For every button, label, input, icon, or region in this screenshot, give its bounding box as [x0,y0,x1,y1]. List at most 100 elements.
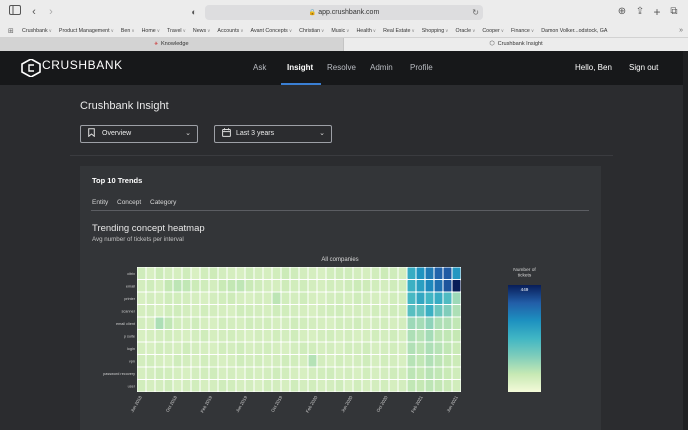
row-label: scanner [121,309,135,313]
bookmark-label: Shopping [421,28,445,34]
chevron-down-icon: ∨ [156,28,161,33]
bookmark-item[interactable]: Shopping∨ [422,28,449,34]
heatmap-cell [200,317,209,329]
heatmap-cell [380,355,389,367]
heatmap-cell [182,317,191,329]
heatmap-cell [146,342,155,354]
heatmap-cell [263,305,272,317]
bookmark-item[interactable]: Finance∨ [511,28,534,34]
view-select[interactable]: Overview ⌄ [80,125,198,143]
heatmap-cell [173,380,182,392]
heatmap-cell [227,292,236,304]
heatmap-cell [398,280,407,292]
bookmark-item[interactable]: Real Estate∨ [383,28,415,34]
heatmap-cell [191,330,200,342]
browser-toolbar: ‹ › ◐ 🔒 app.crushbank.com ↻ ⊕ ⇪ + ⧉ [0,0,688,25]
heatmap-cell [137,317,146,329]
bookmark-label: Home [141,28,156,34]
bookmark-item[interactable]: Accounts∨ [217,28,243,34]
heatmap-cell [344,330,353,342]
chevron-right-icon[interactable]: › [44,5,58,19]
bookmark-item[interactable]: Health∨ [356,28,376,34]
share-icon[interactable]: ⇪ [633,5,647,19]
heatmap-cell [227,330,236,342]
heatmap-cell [173,305,182,317]
nav-insight[interactable]: Insight [287,63,313,72]
bookmark-label: Avant Concepts [250,28,288,34]
heatmap-cell [308,380,317,392]
download-icon[interactable]: ⊕ [615,5,629,19]
heatmap-cell [173,280,182,292]
heatmap-cell [443,355,452,367]
address-bar[interactable]: 🔒 app.crushbank.com ↻ [205,5,483,20]
heatmap-cell [371,280,380,292]
heatmap-cell [452,330,461,342]
heatmap-cell [263,317,272,329]
heatmap-cell [191,355,200,367]
heatmap-cell [380,330,389,342]
tabs-icon[interactable]: ⧉ [667,5,681,19]
heatmap-cell [182,330,191,342]
bookmark-item[interactable]: Home∨ [142,28,160,34]
shield-icon[interactable]: ◐ [187,5,201,19]
bookmark-item[interactable]: Damon Volker...odstock, GA [541,28,607,34]
heatmap-cell [335,380,344,392]
chevron-double-right-icon[interactable]: » [679,27,683,34]
crushbank-favicon-icon: ⬡ [489,41,495,47]
bookmark-item[interactable]: Avant Concepts∨ [251,28,293,34]
heatmap-cell [263,342,272,354]
heatmap-cell [326,317,335,329]
heatmap-cell [254,367,263,379]
heatmap-cell [308,292,317,304]
heatmap-cell [146,292,155,304]
heatmap-cell [434,280,443,292]
nav-profile[interactable]: Profile [410,63,433,72]
bookmark-item[interactable]: Crushbank∨ [22,28,52,34]
bookmark-item[interactable]: Music∨ [331,28,349,34]
bookmark-item[interactable]: Christian∨ [299,28,324,34]
heatmap-cell [155,305,164,317]
date-range-select[interactable]: Last 3 years ⌄ [214,125,332,143]
heatmap-cell [227,317,236,329]
tab-crushbank-insight[interactable]: ⬡ Crushbank Insight [344,38,688,51]
heatmap-cell [380,267,389,279]
subtab-concept[interactable]: Concept [117,199,141,206]
reload-icon[interactable]: ↻ [472,5,479,20]
heatmap-cell [416,292,425,304]
bookmark-item[interactable]: Travel∨ [167,28,186,34]
chevron-down-icon: ∨ [346,28,350,33]
nav-ask[interactable]: Ask [253,63,266,72]
tab-knowledge[interactable]: ⚹ Knowledge [0,38,344,51]
bookmark-item[interactable]: News∨ [193,28,211,34]
nav-resolve[interactable]: Resolve [327,63,356,72]
heatmap-cell [452,342,461,354]
x-tick-label: Feb 2021 [410,395,424,414]
heatmap-cell [200,355,209,367]
heatmap-cell [281,317,290,329]
heatmap-cell [236,342,245,354]
bookmark-item[interactable]: Cooper∨ [482,28,504,34]
heatmap-cell [344,342,353,354]
heatmap-cell [371,305,380,317]
subtab-category[interactable]: Category [150,199,176,206]
heatmap-cell [218,342,227,354]
heatmap-cell [281,380,290,392]
heatmap-cell [353,317,362,329]
bookmark-item[interactable]: Oracle∨ [455,28,475,34]
chevron-left-icon[interactable]: ‹ [27,5,41,19]
heatmap-cell [335,355,344,367]
heatmap-cell [164,342,173,354]
sidebar-icon[interactable] [8,5,22,19]
sign-out-link[interactable]: Sign out [629,63,658,72]
plus-icon[interactable]: + [650,5,664,19]
bookmark-item[interactable]: Ben∨ [121,28,135,34]
subtab-entity[interactable]: Entity [92,199,108,206]
grid-icon[interactable]: ⊞ [8,27,14,35]
nav-admin[interactable]: Admin [370,63,393,72]
heatmap-cell [326,342,335,354]
bookmark-item[interactable]: Product Management∨ [59,28,114,34]
heatmap-cell [308,305,317,317]
heatmap-cell [137,267,146,279]
heatmap-cell [452,355,461,367]
bookmark-label: Travel [167,28,182,34]
